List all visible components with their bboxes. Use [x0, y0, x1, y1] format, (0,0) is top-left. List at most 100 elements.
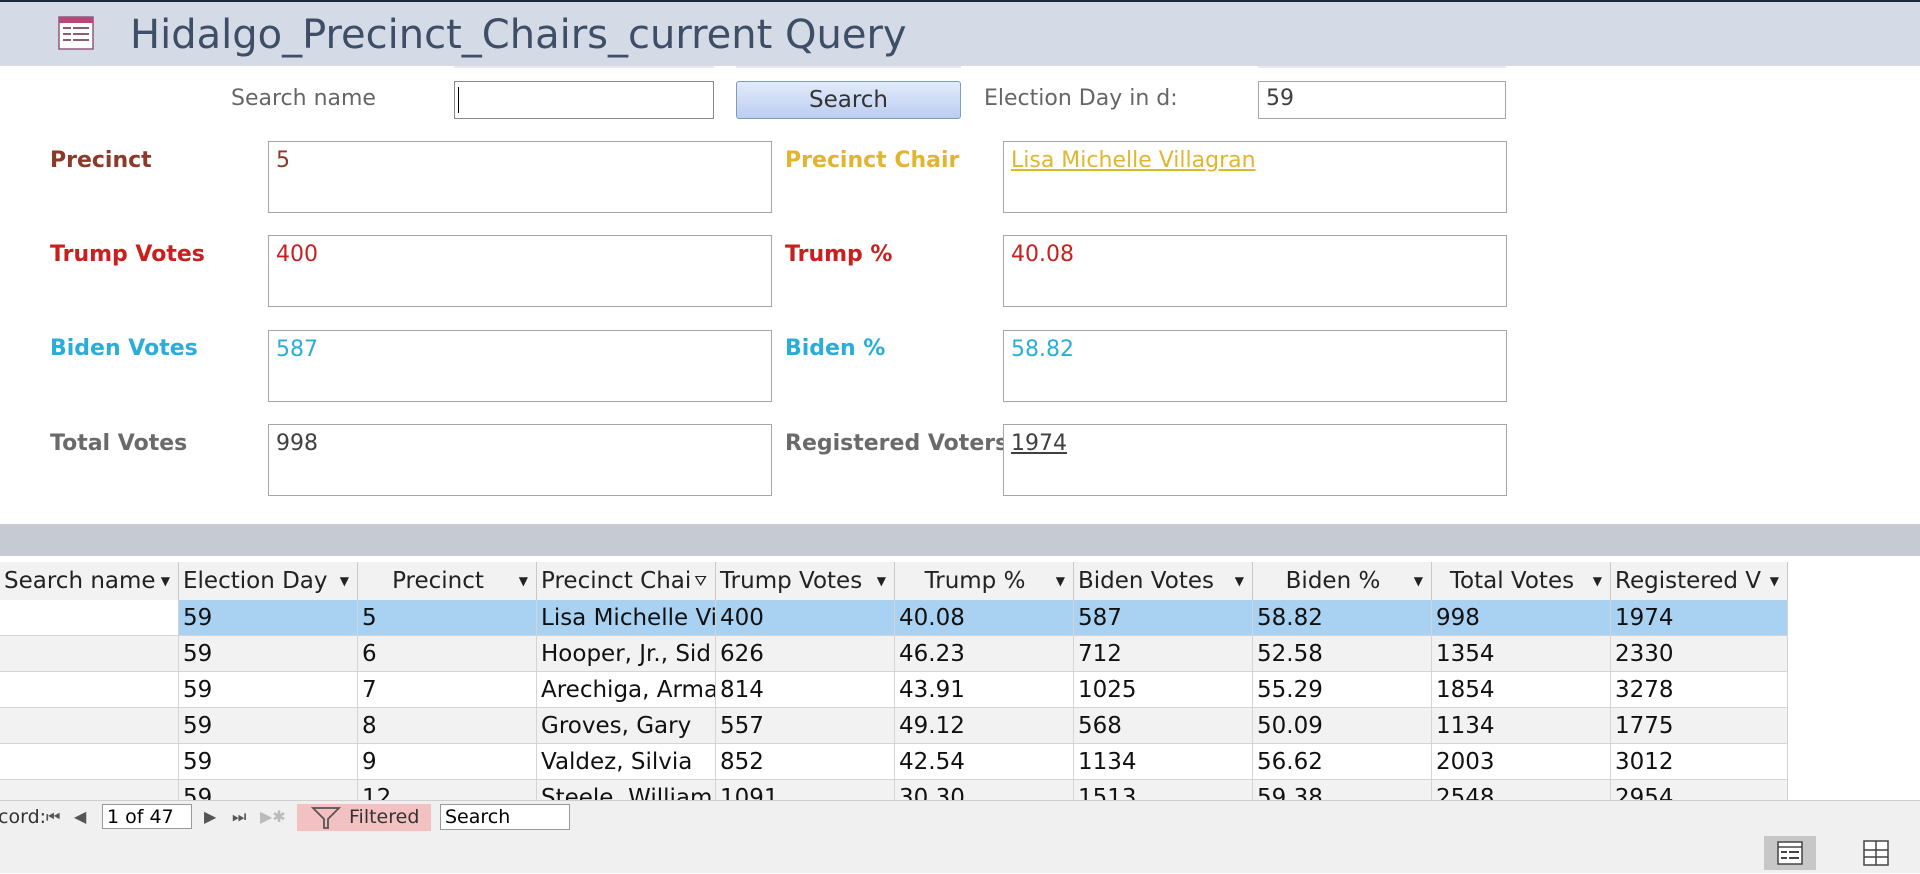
table-cell[interactable]: 852 [716, 744, 895, 780]
last-record-icon[interactable]: ⏭ [232, 807, 246, 827]
form-view-button[interactable] [1764, 836, 1816, 870]
new-record-icon[interactable]: ▶✱ [260, 807, 286, 826]
biden-votes-field[interactable]: 587 [268, 330, 772, 402]
precinct-chair-field[interactable]: Lisa Michelle Villagran [1003, 141, 1507, 213]
total-votes-label: Total Votes [50, 431, 188, 456]
table-cell[interactable]: 6 [358, 636, 537, 672]
previous-record-icon[interactable]: ◀ [74, 807, 86, 826]
table-cell[interactable]: 998 [1432, 600, 1611, 636]
table-cell[interactable] [0, 636, 179, 672]
biden-pct-field[interactable]: 58.82 [1003, 330, 1507, 402]
table-cell[interactable]: 46.23 [895, 636, 1074, 672]
table-cell[interactable] [0, 744, 179, 780]
table-cell[interactable]: 59 [179, 600, 358, 636]
table-cell[interactable] [0, 780, 179, 800]
table-cell[interactable]: 43.91 [895, 672, 1074, 708]
table-cell[interactable]: 1091 [716, 780, 895, 800]
status-bar [0, 832, 1920, 873]
table-cell[interactable]: 42.54 [895, 744, 1074, 780]
divider [454, 66, 714, 68]
table-cell[interactable]: 1354 [1432, 636, 1611, 672]
table-cell[interactable]: 1134 [1074, 744, 1253, 780]
table-cell[interactable]: 7 [358, 672, 537, 708]
table-cell[interactable]: 12 [358, 780, 537, 800]
table-cell[interactable]: 30.30 [895, 780, 1074, 800]
table-row[interactable]: 59 9 Valdez, Silvia 852 42.54 1134 56.62 2003 30… [0, 744, 1788, 780]
table-cell[interactable]: 52.58 [1253, 636, 1432, 672]
table-cell[interactable]: Lisa Michelle Vi [537, 600, 716, 636]
table-row[interactable]: 59 6 Hooper, Jr., Sid 626 46.23 712 52.58 1354 2… [0, 636, 1788, 672]
table-cell[interactable]: 49.12 [895, 708, 1074, 744]
trump-pct-label: Trump % [785, 242, 893, 267]
form-detail: Search name Search Election Day in d: 59… [0, 66, 1920, 524]
search-button[interactable]: Search [736, 81, 961, 119]
search-name-input[interactable] [454, 81, 714, 119]
table-cell[interactable]: 712 [1074, 636, 1253, 672]
record-navigation-bar: Record: ⏮ ◀ 1 of 47 ▶ ⏭ ▶✱ Filtered Sear… [0, 800, 1920, 833]
table-row[interactable]: 59 8 Groves, Gary 557 49.12 568 50.09 1134 1775 [0, 708, 1788, 744]
table-cell[interactable]: 2330 [1611, 636, 1788, 672]
table-cell[interactable]: 59 [179, 636, 358, 672]
layout-view-button[interactable] [1850, 836, 1902, 870]
table-cell[interactable]: 55.29 [1253, 672, 1432, 708]
table-cell[interactable]: 1513 [1074, 780, 1253, 800]
table-cell[interactable]: 568 [1074, 708, 1253, 744]
table-cell[interactable]: 58.82 [1253, 600, 1432, 636]
table-cell[interactable]: Arechiga, Arma [537, 672, 716, 708]
biden-pct-label: Biden % [785, 336, 886, 361]
table-cell[interactable]: 59 [179, 708, 358, 744]
table-cell[interactable]: 40.08 [895, 600, 1074, 636]
table-row-selected[interactable]: 59 5 Lisa Michelle Vi 400 40.08 587 58.82 998 19… [0, 600, 1788, 636]
trump-votes-field[interactable]: 400 [268, 235, 772, 307]
filter-toggle-button[interactable]: Filtered [297, 804, 431, 831]
form-view-icon [1777, 841, 1803, 865]
table-cell[interactable]: 59 [179, 780, 358, 800]
table-cell[interactable]: 2954 [1611, 780, 1788, 800]
first-record-icon[interactable]: ⏮ [46, 807, 60, 827]
table-cell[interactable]: 814 [716, 672, 895, 708]
current-record-input[interactable]: 1 of 47 [102, 804, 192, 829]
trump-votes-label: Trump Votes [50, 242, 205, 267]
table-cell[interactable]: 56.62 [1253, 744, 1432, 780]
split-form-splitter[interactable] [0, 524, 1920, 556]
table-cell[interactable]: Valdez, Silvia [537, 744, 716, 780]
table-cell[interactable]: 3012 [1611, 744, 1788, 780]
navbar-search-input[interactable]: Search [440, 804, 570, 830]
table-cell[interactable]: 2548 [1432, 780, 1611, 800]
table-cell[interactable] [0, 708, 179, 744]
table-cell[interactable]: 59 [179, 672, 358, 708]
page-title: Hidalgo_Precinct_Chairs_current Query [130, 12, 907, 58]
table-cell[interactable]: 59.38 [1253, 780, 1432, 800]
table-cell[interactable]: 59 [179, 744, 358, 780]
table-cell[interactable]: 1134 [1432, 708, 1611, 744]
table-cell[interactable]: 1974 [1611, 600, 1788, 636]
table-cell[interactable]: 626 [716, 636, 895, 672]
table-cell[interactable]: 2003 [1432, 744, 1611, 780]
table-cell[interactable]: 3278 [1611, 672, 1788, 708]
table-cell[interactable]: 400 [716, 600, 895, 636]
table-cell[interactable] [0, 600, 179, 636]
registered-voters-field[interactable]: 1974 [1003, 424, 1507, 496]
table-cell[interactable]: 1025 [1074, 672, 1253, 708]
table-cell[interactable]: 1775 [1611, 708, 1788, 744]
table-cell[interactable]: Hooper, Jr., Sid [537, 636, 716, 672]
precinct-field[interactable]: 5 [268, 141, 772, 213]
election-day-input[interactable]: 59 [1258, 81, 1506, 119]
next-record-icon[interactable]: ▶ [204, 807, 216, 826]
query-form-icon [58, 16, 94, 50]
table-cell[interactable] [0, 672, 179, 708]
total-votes-field[interactable]: 998 [268, 424, 772, 496]
table-cell[interactable]: 557 [716, 708, 895, 744]
search-name-label: Search name [231, 86, 376, 111]
table-cell[interactable]: 50.09 [1253, 708, 1432, 744]
table-row[interactable]: 59 7 Arechiga, Arma 814 43.91 1025 55.29 1854 32… [0, 672, 1788, 708]
table-cell[interactable]: 8 [358, 708, 537, 744]
table-cell[interactable]: Groves, Gary [537, 708, 716, 744]
table-cell[interactable]: Steele, William [537, 780, 716, 800]
table-cell[interactable]: 587 [1074, 600, 1253, 636]
table-cell[interactable]: 5 [358, 600, 537, 636]
trump-pct-field[interactable]: 40.08 [1003, 235, 1507, 307]
table-cell[interactable]: 1854 [1432, 672, 1611, 708]
table-row[interactable]: 59 12 Steele, William 1091 30.30 1513 59.38 254… [0, 780, 1788, 800]
table-cell[interactable]: 9 [358, 744, 537, 780]
